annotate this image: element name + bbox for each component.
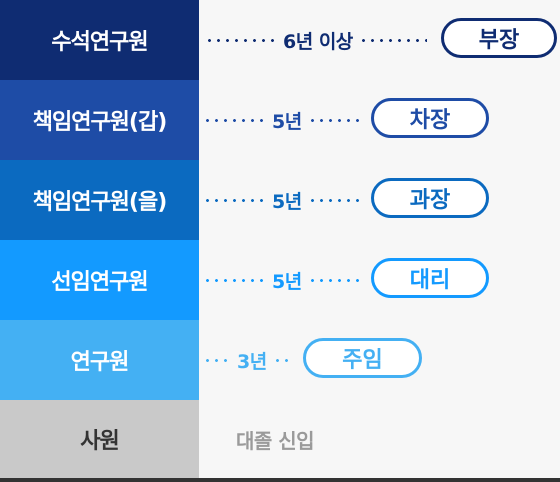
position-badge: 과장 — [371, 178, 489, 218]
dotted-line — [203, 118, 266, 122]
rank-label: 사원 — [0, 400, 199, 478]
position-badge: 주임 — [303, 338, 422, 378]
position-badge: 차장 — [371, 98, 489, 138]
years-required: 6년 이상 — [283, 30, 353, 53]
years-required: 5년 — [272, 190, 302, 213]
dotted-line — [307, 118, 362, 122]
rank-label: 선임연구원 — [0, 240, 199, 320]
ladder-row-level-1: 수석연구원 6년 이상 부장 — [0, 0, 560, 80]
career-ladder-diagram: 수석연구원 6년 이상 부장 책임연구원(갑) 5년 차장 책임연구원(을) 5… — [0, 0, 560, 482]
rank-label: 연구원 — [0, 320, 199, 400]
position-badge: 부장 — [441, 18, 557, 58]
dotted-line — [203, 358, 231, 362]
ladder-row-level-4: 선임연구원 5년 대리 — [0, 240, 560, 320]
promotion-connector: 5년 — [203, 240, 362, 320]
dotted-line — [358, 38, 427, 42]
dotted-line — [203, 278, 266, 282]
ladder-row-level-2: 책임연구원(갑) 5년 차장 — [0, 80, 560, 160]
ladder-row-level-5: 연구원 3년 주임 — [0, 320, 560, 400]
dotted-line — [307, 198, 362, 202]
dotted-line — [307, 278, 362, 282]
rank-label: 책임연구원(을) — [0, 160, 199, 240]
dotted-line — [272, 358, 292, 362]
dotted-line — [205, 38, 277, 42]
promotion-connector: 5년 — [203, 160, 362, 240]
years-required: 5년 — [272, 110, 302, 133]
dotted-line — [203, 198, 266, 202]
ladder-row-level-3: 책임연구원(을) 5년 과장 — [0, 160, 560, 240]
years-required: 3년 — [237, 350, 267, 373]
promotion-connector: 5년 — [203, 80, 362, 160]
rank-label: 수석연구원 — [0, 0, 199, 80]
entry-requirement: 대졸 신입 — [236, 428, 315, 453]
promotion-connector: 3년 — [203, 320, 292, 400]
years-required: 5년 — [272, 270, 302, 293]
promotion-connector: 6년 이상 — [205, 0, 427, 80]
bottom-border — [0, 478, 560, 482]
position-badge: 대리 — [371, 258, 489, 298]
rank-label: 책임연구원(갑) — [0, 80, 199, 160]
